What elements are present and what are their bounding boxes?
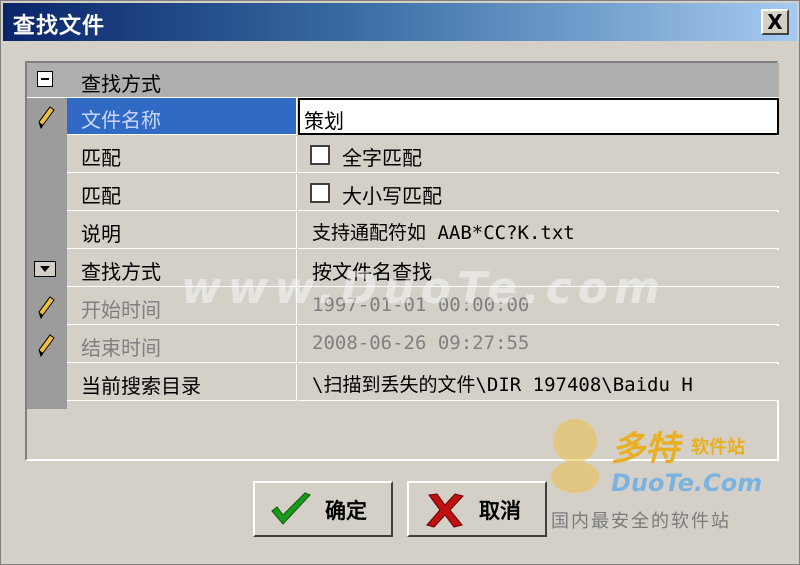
cancel-button[interactable]: 取消 — [407, 481, 547, 537]
row-name-cell[interactable]: 匹配 — [67, 136, 297, 173]
row-name: 当前搜索目录 — [81, 374, 201, 398]
current-directory-value: \扫描到丢失的文件\DIR 197408\Baidu H — [312, 374, 693, 396]
row-name: 文件名称 — [81, 108, 161, 132]
row-name-cell[interactable]: 当前搜索目录 — [67, 364, 297, 401]
row-name-cell: 说明 — [67, 212, 297, 249]
dialog-title: 查找文件 — [13, 14, 106, 39]
find-file-dialog: 查找文件 X 查找方式 文件名称 策划 匹配 全字匹配 匹配 大小写匹配 说明 … — [0, 0, 800, 565]
site-logo-watermark: 多特 软件站 DuoTe.Com 国内最安全的软件站 — [541, 411, 796, 541]
row-value-cell[interactable]: 大小写匹配 — [298, 174, 779, 211]
file-name-value: 策划 — [304, 109, 344, 133]
collapse-icon[interactable] — [37, 71, 53, 87]
ok-button[interactable]: 确定 — [253, 481, 393, 537]
description-value: 支持通配符如 AAB*CC?K.txt — [312, 222, 575, 244]
row-name: 匹配 — [81, 184, 121, 208]
close-button[interactable]: X — [761, 9, 789, 35]
row-description: 说明 支持通配符如 AAB*CC?K.txt — [27, 212, 779, 250]
file-name-input[interactable]: 策划 — [298, 98, 779, 135]
property-grid: 查找方式 文件名称 策划 匹配 全字匹配 匹配 大小写匹配 说明 支持通配符如 … — [25, 61, 779, 461]
logo-brand-sub: 软件站 — [691, 437, 745, 458]
whole-word-label[interactable]: 全字匹配 — [342, 142, 422, 171]
row-value-cell: 支持通配符如 AAB*CC?K.txt — [298, 212, 779, 249]
row-name-cell[interactable]: 结束时间 — [67, 326, 297, 363]
whole-word-checkbox[interactable] — [310, 145, 330, 165]
group-header-search-mode[interactable]: 查找方式 — [27, 63, 779, 98]
checkmark-icon — [271, 492, 311, 525]
watermark-text: www.DuoTe.com — [181, 263, 666, 314]
logo-brand: 多特 — [611, 429, 679, 469]
row-name: 结束时间 — [81, 336, 161, 360]
row-name-cell[interactable]: 文件名称 — [67, 98, 297, 135]
mascot-icon — [551, 419, 599, 493]
row-name: 说明 — [81, 222, 121, 246]
logo-slogan: 国内最安全的软件站 — [551, 511, 731, 532]
title-bar: 查找文件 X — [3, 3, 797, 41]
pencil-icon — [38, 334, 55, 358]
row-name: 开始时间 — [81, 298, 161, 322]
row-value-cell[interactable]: 全字匹配 — [298, 136, 779, 173]
group-label: 查找方式 — [81, 72, 161, 96]
row-name-cell[interactable]: 匹配 — [67, 174, 297, 211]
match-case-checkbox[interactable] — [310, 183, 330, 203]
end-time-field[interactable]: 2008-06-26 09:27:55 — [298, 326, 779, 363]
match-case-label[interactable]: 大小写匹配 — [342, 180, 442, 209]
row-match-whole-word[interactable]: 匹配 全字匹配 — [27, 136, 779, 174]
row-name: 匹配 — [81, 146, 121, 170]
row-name: 查找方式 — [81, 260, 161, 284]
logo-site: DuoTe.Com — [611, 469, 763, 497]
dropdown-icon[interactable] — [34, 261, 56, 277]
row-end-time[interactable]: 结束时间 2008-06-26 09:27:55 — [27, 326, 779, 364]
cross-icon — [426, 493, 464, 528]
pencil-icon — [38, 296, 55, 320]
row-match-case[interactable]: 匹配 大小写匹配 — [27, 174, 779, 212]
row-file-name[interactable]: 文件名称 策划 — [27, 98, 779, 136]
row-current-directory[interactable]: 当前搜索目录 \扫描到丢失的文件\DIR 197408\Baidu H — [27, 364, 779, 402]
cancel-button-label: 取消 — [479, 499, 521, 523]
pencil-icon — [38, 106, 55, 130]
end-time-value: 2008-06-26 09:27:55 — [312, 332, 530, 354]
current-directory-field[interactable]: \扫描到丢失的文件\DIR 197408\Baidu H — [298, 364, 779, 401]
ok-button-label: 确定 — [325, 499, 367, 523]
